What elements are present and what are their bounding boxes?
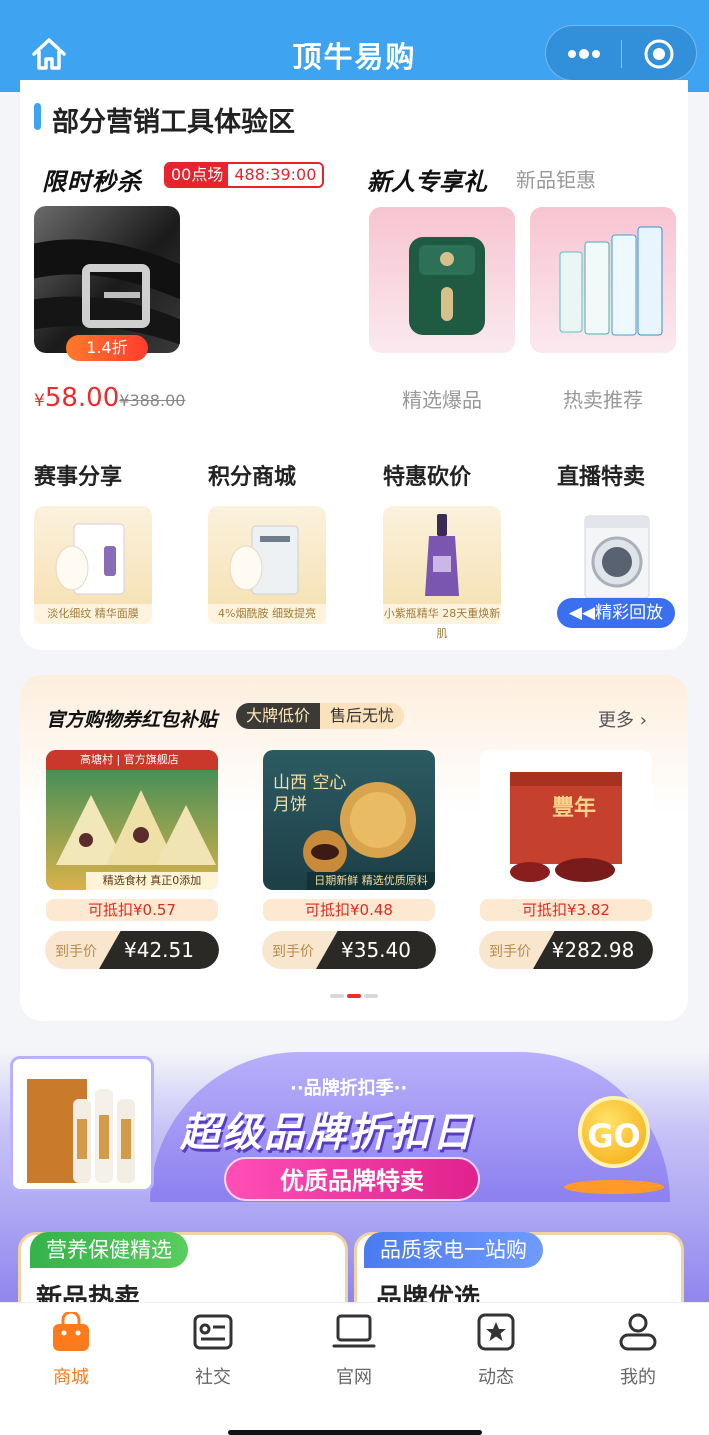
final-price-tag[interactable]: 到手价 ¥35.40 [262,931,436,969]
coupon-title: 官方购物券红包补贴 [46,709,218,731]
product-caption: 日期新鲜 精选优质原料 [307,872,435,890]
final-price-label: 到手价 [272,944,314,960]
tab-mine[interactable]: 我的 [593,1312,683,1388]
more-dots-icon[interactable] [566,48,602,60]
shop-bag-icon [53,1310,89,1351]
chevron-right-icon: › [639,710,647,731]
lamb-gift-box-image[interactable]: 豐年 [480,750,652,890]
final-price-label: 到手价 [489,944,531,960]
pill-after-sale: 售后无忧 [320,703,405,729]
nutrition-tag: 营养保健精选 [30,1232,188,1268]
baijiu-product-image[interactable] [10,1056,154,1192]
category-caption: 小紫瓶精华 28天重焕新肌 [383,604,501,640]
tab-mall[interactable]: 商城 [26,1310,116,1388]
replay-icon: ◀◀ [568,603,596,623]
toothpaste-illustration [559,226,663,336]
live-replay-button[interactable]: ◀◀精彩回放 [557,598,675,628]
user-icon [619,1313,657,1351]
final-price-tag[interactable]: 到手价 ¥282.98 [479,931,653,969]
price-symbol: ¥ [34,391,45,411]
tab-label: 官网 [336,1367,372,1388]
serum-product-image[interactable]: 小紫瓶精华 28天重焕新肌 [383,506,501,640]
tab-website[interactable]: 官网 [309,1312,399,1388]
newcomer-item-label: 热卖推荐 [563,388,643,412]
mooncake-illustration [303,782,416,874]
pager-dot [364,994,378,998]
coupon-deduct: 可抵扣¥3.82 [480,899,652,921]
final-price-label: 到手价 [55,944,97,960]
more-link[interactable]: 更多 › [598,706,647,732]
tab-social[interactable]: 社交 [168,1312,258,1388]
category-caption: 淡化细纹 精华面膜 [34,604,152,624]
product-caption: 精选食材 真正0添加 [86,872,218,890]
mask-product-image[interactable]: 淡化细纹 精华面膜 [34,506,152,624]
belt-illustration [34,239,180,345]
flash-sale-countdown: 00点场 488:39:00 [164,162,325,188]
more-label: 更多 [598,710,634,731]
original-price: ¥388.00 [119,391,186,410]
capsule-divider [621,40,622,68]
mask-box-illustration [229,525,299,595]
pager-dot-active [347,994,361,998]
brand-sale-button[interactable]: 优质品牌特卖 [224,1157,480,1201]
mask-illustration [55,523,125,595]
flash-sale-title[interactable]: 限时秒杀 [42,162,142,197]
air-fryer-illustration [409,237,485,335]
niacinamide-mask-image[interactable]: 4%烟酰胺 细致提亮 [208,506,326,624]
brand-season-label: ··品牌折扣季·· [290,1078,408,1099]
flash-session: 00点场 [166,164,229,186]
zongzi-product-image[interactable]: 高塘村 | 官方旗舰店 精选食材 真正0添加 [46,750,218,890]
product-brand-banner: 高塘村 | 官方旗舰店 [46,750,218,770]
tab-label: 商城 [53,1367,89,1388]
appliance-tag: 品质家电一站购 [364,1232,543,1268]
newcomer-item-label: 精选爆品 [402,388,482,412]
price-value: 58.00 [44,383,120,413]
final-price-value: ¥282.98 [533,931,653,969]
category-title-live[interactable]: 直播特卖 [557,459,645,491]
category-title-points-mall[interactable]: 积分商城 [208,459,296,491]
flash-countdown-time: 488:39:00 [228,164,323,186]
belt-product-image[interactable] [34,206,180,353]
mooncake-product-image[interactable]: 山西 空心月饼 日期新鲜 精选优质原料 [263,750,435,890]
discount-badge: 1.4折 [66,335,148,361]
top-bar: 顶牛易购 [0,0,709,92]
close-target-icon[interactable] [643,38,675,70]
product-brand-banner: 豐年 [552,796,597,821]
brand-day-title: 超级品牌折扣日 [180,1110,474,1156]
flash-price: ¥58.00¥388.00 [34,383,185,413]
tab-feed[interactable]: 动态 [451,1312,541,1388]
coupon-deduct: 可抵扣¥0.57 [46,899,218,921]
mini-program-capsule [545,25,697,81]
liquor-bottles-illustration [27,1079,135,1183]
tab-label: 社交 [195,1367,231,1388]
star-note-icon [477,1313,515,1351]
replay-label: 精彩回放 [595,603,664,623]
laptop-icon [332,1314,376,1348]
section-title: 部分营销工具体验区 [52,107,295,138]
air-fryer-product[interactable] [369,207,515,353]
newcomer-subtitle: 新品钜惠 [516,168,596,192]
go-button[interactable]: GO [578,1096,650,1168]
final-price-value: ¥35.40 [316,931,436,969]
id-card-icon [193,1314,233,1350]
coupon-feature-pill: 大牌低价 售后无忧 [236,703,405,729]
home-indicator [228,1430,482,1435]
serum-bottle-illustration [425,514,459,596]
tab-label: 动态 [478,1367,514,1388]
pill-low-price: 大牌低价 [236,703,321,729]
coupon-deduct: 可抵扣¥0.48 [263,899,435,921]
category-caption: 4%烟酰胺 细致提亮 [208,604,326,624]
final-price-tag[interactable]: 到手价 ¥42.51 [45,931,219,969]
final-price-value: ¥42.51 [99,931,219,969]
washing-machine-illustration [584,515,650,599]
newcomer-gift-title[interactable]: 新人专享礼 [367,162,487,197]
category-title-bargain[interactable]: 特惠砍价 [383,459,471,491]
tab-label: 我的 [620,1367,656,1388]
pager-dot [330,994,344,998]
category-title-events[interactable]: 赛事分享 [34,459,122,491]
toothpaste-product[interactable] [530,207,676,353]
go-pedestal [564,1180,664,1194]
